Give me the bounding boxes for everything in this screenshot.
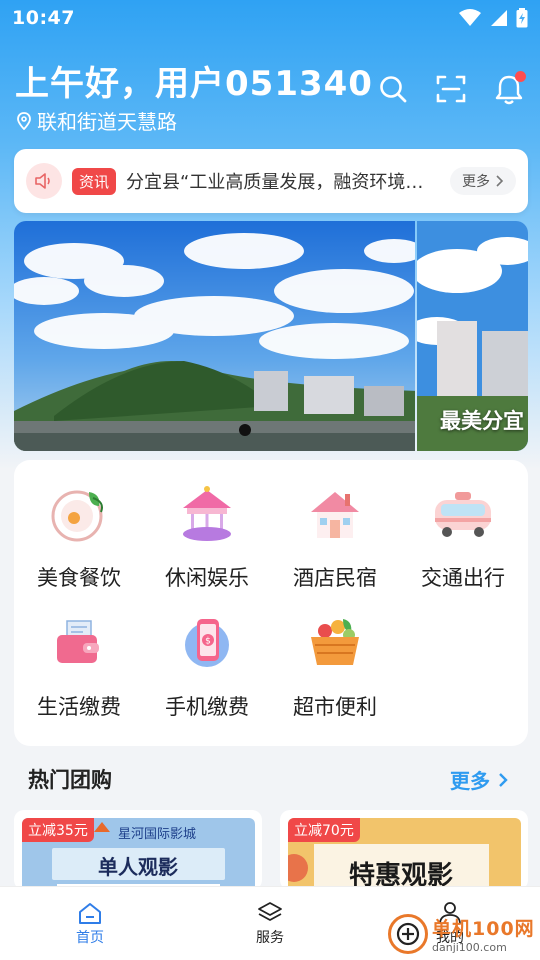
service-hotel[interactable]: 酒店民宿 <box>271 482 399 611</box>
carousel-indicator[interactable] <box>239 424 251 436</box>
service-mobile-topup[interactable]: $ 手机缴费 <box>143 611 271 740</box>
service-transport[interactable]: 交通出行 <box>399 482 527 611</box>
service-food[interactable]: 美食餐饮 <box>15 482 143 611</box>
service-utilities[interactable]: 生活缴费 <box>15 611 143 740</box>
house-icon <box>303 482 367 546</box>
service-label: 休闲娱乐 <box>165 566 249 590</box>
header-actions <box>376 71 526 106</box>
banner-slide-main[interactable] <box>14 221 416 451</box>
signal-icon <box>491 10 507 26</box>
wallet-icon <box>47 611 111 675</box>
news-headline[interactable]: 分宜县“工业高质量发展，融资环境… <box>126 168 426 194</box>
notification-dot <box>515 71 526 82</box>
service-entertainment[interactable]: 休闲娱乐 <box>143 482 271 611</box>
tab-services[interactable]: 服务 <box>180 887 360 960</box>
news-more-label: 更多 <box>462 174 490 190</box>
chevron-right-icon <box>499 772 508 787</box>
banner-carousel[interactable]: 最美分宜 <box>14 221 528 451</box>
status-time: 10:47 <box>12 7 75 29</box>
hot-deals-more-label: 更多 <box>450 769 490 793</box>
discount-badge: 立减70元 <box>288 818 360 842</box>
status-icons <box>458 8 528 28</box>
bus-icon <box>431 482 495 546</box>
service-grid: 美食餐饮 休闲娱乐 酒店民宿 交通出行 生活缴费 $ 手机缴费 超市便利 <box>14 460 528 746</box>
wifi-icon <box>459 9 481 26</box>
location[interactable]: 联和街道天慧路 <box>16 106 177 135</box>
home-icon <box>79 902 101 924</box>
deal-card[interactable]: 立减35元 星河国际影城 单人观影 <box>14 810 262 890</box>
status-bar: 10:47 <box>0 0 540 36</box>
discount-badge: 立减35元 <box>22 818 94 842</box>
watermark-logo-icon <box>388 914 428 954</box>
bell-icon[interactable] <box>492 71 526 106</box>
section-title-hot-deals: 热门团购 <box>28 768 112 792</box>
banner-caption: 最美分宜 <box>440 409 524 433</box>
food-plate-icon <box>47 482 111 546</box>
cinema-name: 星河国际影城 <box>118 827 196 842</box>
hot-deals-more-button[interactable]: 更多 <box>450 765 508 794</box>
speaker-icon <box>26 163 62 199</box>
location-text: 联和街道天慧路 <box>37 110 177 134</box>
service-label: 美食餐饮 <box>37 566 121 590</box>
tab-label: 首页 <box>76 929 104 946</box>
news-tag: 资讯 <box>72 167 117 195</box>
watermark-sub: danji100.com <box>432 941 507 954</box>
chevron-right-icon <box>496 175 504 187</box>
service-label: 生活缴费 <box>37 695 121 719</box>
service-label: 超市便利 <box>293 695 377 719</box>
svg-text:$: $ <box>205 637 211 647</box>
news-more-button[interactable]: 更多 <box>450 167 516 195</box>
news-ticker[interactable]: 资讯 分宜县“工业高质量发展，融资环境… 更多 <box>14 149 528 213</box>
watermark-text: 单机100网 danji100.com <box>432 914 535 954</box>
carousel-icon <box>175 482 239 546</box>
tab-home[interactable]: 首页 <box>0 887 180 960</box>
service-supermarket[interactable]: 超市便利 <box>271 611 399 740</box>
service-label: 交通出行 <box>421 566 505 590</box>
greeting-title: 上午好，用户051340 <box>15 64 373 104</box>
layers-icon <box>258 901 282 921</box>
tab-label: 服务 <box>256 929 284 946</box>
location-pin-icon <box>17 111 31 130</box>
banner-slide-next[interactable]: 最美分宜 <box>417 221 528 451</box>
watermark-main: 单机100网 <box>432 918 535 940</box>
phone-payment-icon: $ <box>175 611 239 675</box>
shopping-basket-icon <box>303 611 367 675</box>
battery-icon <box>516 8 528 28</box>
deal-card[interactable]: 立减70元 特惠观影 <box>280 810 528 890</box>
service-label: 酒店民宿 <box>293 566 377 590</box>
scan-icon[interactable] <box>434 72 468 106</box>
search-icon[interactable] <box>376 72 410 106</box>
deal-headline: 单人观影 <box>98 855 178 879</box>
site-watermark: 单机100网 danji100.com <box>388 914 535 954</box>
service-label: 手机缴费 <box>165 695 249 719</box>
